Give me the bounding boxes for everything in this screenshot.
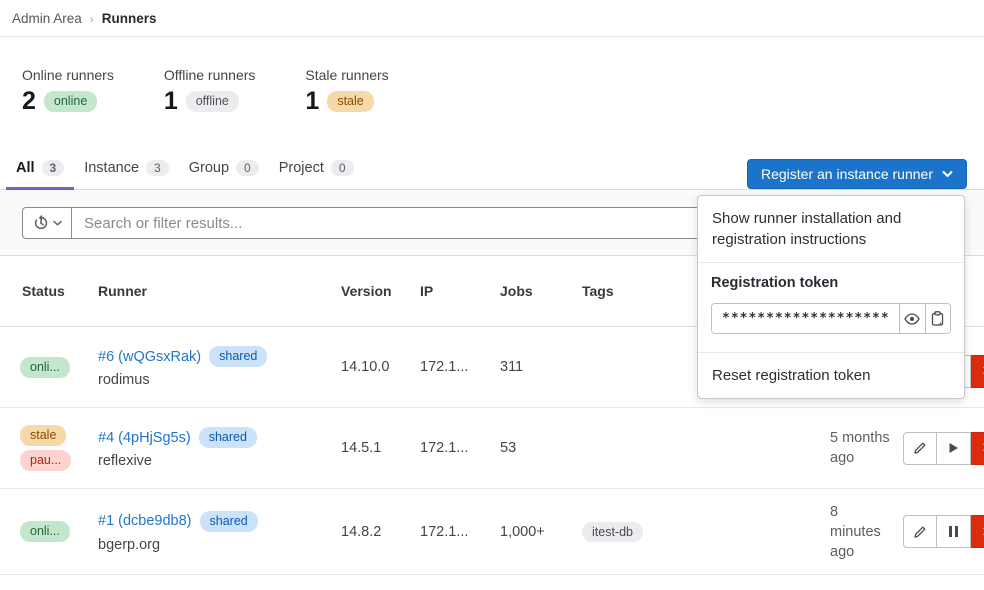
resume-runner-button[interactable] (937, 432, 971, 465)
runners-admin-page: Admin Area › Runners Online runners 2 on… (0, 0, 984, 590)
runner-jobs: 311 (500, 359, 582, 375)
runner-row: stale pau... #4 (4pHjSg5s) shared reflex… (0, 408, 984, 489)
edit-runner-button[interactable] (903, 432, 937, 465)
stat-count: 1 (164, 89, 178, 114)
runner-stats: Online runners 2 online Offline runners … (0, 37, 984, 114)
runner-ip: 172.1... (420, 440, 500, 456)
runner-actions-cell: ✕ (890, 515, 984, 548)
runner-description: bgerp.org (98, 537, 341, 553)
registration-token-section: Registration token (698, 263, 964, 352)
runner-link[interactable]: #4 (4pHjSg5s) (98, 430, 191, 446)
runner-link[interactable]: #6 (wQGsxRak) (98, 349, 201, 365)
search-history-dropdown[interactable] (23, 208, 72, 238)
column-header-tags: Tags (582, 283, 706, 299)
stat-label: Stale runners (305, 67, 388, 83)
register-runner-dropdown: Show runner installation and registratio… (697, 195, 965, 399)
stat-count: 2 (22, 89, 36, 114)
pause-icon (949, 526, 958, 537)
register-instance-runner-button[interactable]: Register an instance runner (747, 159, 967, 189)
stat-count: 1 (305, 89, 319, 114)
column-header-jobs: Jobs (500, 283, 582, 299)
runner-last-contact: 5 months ago (818, 428, 890, 468)
reveal-token-button[interactable] (899, 304, 925, 333)
delete-runner-button[interactable]: ✕ (971, 432, 984, 465)
status-badge-offline: offline (186, 91, 239, 112)
runner-row: onli... #1 (dcbe9db8) shared bgerp.org 1… (0, 489, 984, 575)
runner-version: 14.8.2 (341, 524, 420, 540)
history-icon (33, 215, 49, 231)
runner-tags-cell: itest-db (582, 522, 706, 542)
stat-label: Online runners (22, 67, 114, 83)
runner-description: rodimus (98, 372, 341, 388)
runner-status-cell: stale pau... (0, 425, 98, 471)
status-badge-online: onli... (20, 521, 70, 542)
runner-link[interactable]: #1 (dcbe9db8) (98, 513, 192, 529)
copy-token-button[interactable] (925, 304, 951, 333)
breadcrumb-runners: Runners (102, 11, 157, 26)
runner-summary-cell: #1 (dcbe9db8) shared bgerp.org (98, 511, 341, 553)
runner-last-contact: 8 minutes ago (818, 502, 890, 562)
tab-count-badge: 3 (42, 160, 65, 176)
registration-token-label: Registration token (711, 275, 951, 291)
runner-version: 14.10.0 (341, 359, 420, 375)
column-header-ip: IP (420, 283, 500, 299)
runner-actions-cell: ✕ (890, 432, 984, 465)
stat-offline-runners: Offline runners 1 offline (164, 67, 256, 114)
shared-badge: shared (209, 346, 267, 367)
runner-description: reflexive (98, 453, 341, 469)
tab-count-badge: 0 (331, 160, 354, 176)
tab-all[interactable]: All 3 (6, 150, 74, 189)
tab-count-badge: 3 (146, 160, 169, 176)
tab-instance[interactable]: Instance 3 (74, 150, 179, 189)
tab-group[interactable]: Group 0 (179, 150, 269, 189)
column-header-status: Status (0, 283, 98, 299)
status-badge-online: onli... (20, 357, 70, 378)
runner-jobs: 1,000+ (500, 524, 582, 540)
edit-runner-button[interactable] (903, 515, 937, 548)
runner-ip: 172.1... (420, 524, 500, 540)
clipboard-icon (931, 311, 944, 326)
status-badge-stale: stale (327, 91, 373, 112)
stat-online-runners: Online runners 2 online (22, 67, 114, 114)
delete-runner-button[interactable]: ✕ (971, 355, 984, 388)
breadcrumb: Admin Area › Runners (0, 0, 984, 36)
status-badge-online: online (44, 91, 97, 112)
show-install-instructions-item[interactable]: Show runner installation and registratio… (698, 196, 964, 262)
reset-registration-token-item[interactable]: Reset registration token (698, 353, 964, 398)
registration-token-input[interactable] (712, 304, 899, 333)
runner-status-cell: onli... (0, 521, 98, 542)
shared-badge: shared (199, 427, 257, 448)
runner-ip: 172.1... (420, 359, 500, 375)
tab-project[interactable]: Project 0 (269, 150, 364, 189)
delete-runner-button[interactable]: ✕ (971, 515, 984, 548)
chevron-down-icon (53, 220, 62, 226)
runner-jobs: 53 (500, 440, 582, 456)
tab-label: Instance (84, 160, 139, 176)
runner-summary-cell: #4 (4pHjSg5s) shared reflexive (98, 427, 341, 469)
tab-label: Group (189, 160, 229, 176)
breadcrumb-admin-area[interactable]: Admin Area (12, 11, 82, 26)
tab-count-badge: 0 (236, 160, 259, 176)
registration-token-group (711, 303, 951, 334)
tab-label: All (16, 160, 35, 176)
column-header-version: Version (341, 283, 420, 299)
runner-version: 14.5.1 (341, 440, 420, 456)
eye-icon (904, 313, 920, 325)
pause-runner-button[interactable] (937, 515, 971, 548)
runner-tag: itest-db (582, 522, 643, 542)
register-button-label: Register an instance runner (761, 166, 933, 182)
stat-stale-runners: Stale runners 1 stale (305, 67, 388, 114)
runner-summary-cell: #6 (wQGsxRak) shared rodimus (98, 346, 341, 388)
stat-label: Offline runners (164, 67, 256, 83)
shared-badge: shared (200, 511, 258, 532)
column-header-runner: Runner (98, 283, 341, 299)
chevron-down-icon (942, 170, 953, 178)
status-badge-paused: pau... (20, 450, 71, 471)
runner-status-cell: onli... (0, 357, 98, 378)
tab-label: Project (279, 160, 324, 176)
status-badge-stale: stale (20, 425, 66, 446)
play-icon (948, 442, 959, 454)
breadcrumb-separator: › (90, 12, 94, 26)
